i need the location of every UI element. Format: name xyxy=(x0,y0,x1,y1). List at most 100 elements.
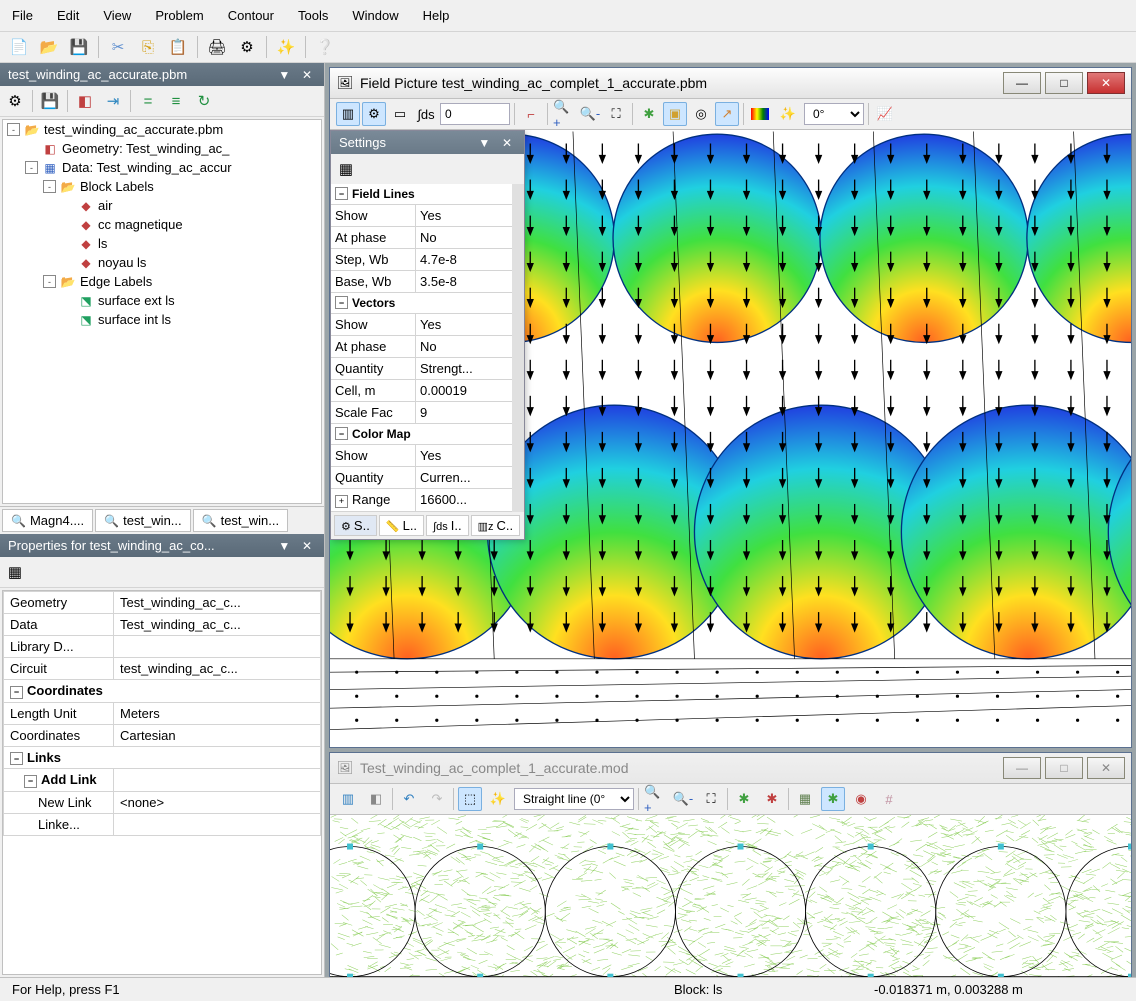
menu-edit[interactable]: Edit xyxy=(45,4,91,27)
zoom-fit-icon[interactable]: ⛶ xyxy=(699,787,723,811)
panel-close-icon[interactable]: ✕ xyxy=(298,68,316,82)
tree-item[interactable]: -📂test_winding_ac_accurate.pbm xyxy=(3,120,321,139)
cube-icon[interactable]: ▣ xyxy=(663,102,687,126)
mesh-green-icon[interactable]: ✱ xyxy=(732,787,756,811)
close-button[interactable]: ✕ xyxy=(1087,757,1125,779)
tree-item[interactable]: -📂Edge Labels xyxy=(3,272,321,291)
zoom-in-icon[interactable]: 🔍+ xyxy=(643,787,667,811)
settings-tab-c[interactable]: ▥z C.. xyxy=(471,515,521,536)
tree-toggle-icon[interactable]: - xyxy=(43,180,56,193)
grid-square-icon[interactable]: ▦ xyxy=(793,787,817,811)
help-icon[interactable]: ❔ xyxy=(314,36,336,58)
zoom-fit-icon[interactable]: ⛶ xyxy=(604,102,628,126)
setting-value[interactable]: Yes xyxy=(416,205,512,226)
panel-close-icon[interactable]: ✕ xyxy=(498,136,516,150)
tree-item[interactable]: ⬔surface int ls xyxy=(3,310,321,329)
minimize-button[interactable]: — xyxy=(1003,757,1041,779)
setting-value[interactable]: No xyxy=(416,227,512,248)
menu-tools[interactable]: Tools xyxy=(286,4,340,27)
vectors-icon[interactable]: ↗ xyxy=(715,102,739,126)
field-titlebar[interactable]: 🖼 Field Picture test_winding_ac_complet_… xyxy=(330,68,1131,99)
mesh-canvas[interactable] xyxy=(330,815,1131,977)
tree-item[interactable]: ⬔surface ext ls xyxy=(3,291,321,310)
shapes-icon[interactable]: ◧ xyxy=(74,90,96,112)
project-tree[interactable]: -📂test_winding_ac_accurate.pbm◧Geometry:… xyxy=(2,119,322,504)
setting-value[interactable]: Curren... xyxy=(416,467,512,488)
layers-icon[interactable]: ▥ xyxy=(336,787,360,811)
setting-value[interactable]: 0.00019 xyxy=(416,380,512,401)
calc-icon[interactable]: ▭ xyxy=(388,102,412,126)
menu-problem[interactable]: Problem xyxy=(143,4,215,27)
expand-icon[interactable]: − xyxy=(10,686,23,699)
open-icon[interactable]: 📂 xyxy=(38,36,60,58)
mesh-icon[interactable]: ✱ xyxy=(637,102,661,126)
animate-icon[interactable]: ✨ xyxy=(776,102,800,126)
save-icon[interactable]: 💾 xyxy=(39,90,61,112)
settings-section[interactable]: −Color Map xyxy=(331,424,512,445)
panel-close-icon[interactable]: ✕ xyxy=(298,539,316,553)
settings-tab-l[interactable]: 📏 L.. xyxy=(379,515,424,536)
filter-icon[interactable]: ⚙ xyxy=(4,90,26,112)
setting-value[interactable]: 9 xyxy=(416,402,512,423)
properties-table[interactable]: GeometryTest_winding_ac_c...DataTest_win… xyxy=(2,590,322,975)
cube3d-icon[interactable]: ◧ xyxy=(364,787,388,811)
copy-icon[interactable]: ⎘ xyxy=(137,36,159,58)
contour-icon[interactable]: ⌐ xyxy=(519,102,543,126)
integral-icon[interactable]: ∫ds xyxy=(414,102,438,126)
tree-item[interactable]: -▦Data: Test_winding_ac_accur xyxy=(3,158,321,177)
mesh-del-icon[interactable]: ✱ xyxy=(760,787,784,811)
tree-item[interactable]: ◧Geometry: Test_winding_ac_ xyxy=(3,139,321,158)
setting-value[interactable]: No xyxy=(416,336,512,357)
settings-section[interactable]: −Vectors xyxy=(331,293,512,314)
settings-panel[interactable]: Settings ▼ ✕ ▦ −Field LinesShowYesAt pha… xyxy=(330,130,525,540)
menu-help[interactable]: Help xyxy=(411,4,462,27)
close-button[interactable]: ✕ xyxy=(1087,72,1125,94)
undo-icon[interactable]: ↶ xyxy=(397,787,421,811)
tree-toggle-icon[interactable]: - xyxy=(25,161,38,174)
setting-value[interactable]: Strengt... xyxy=(416,358,512,379)
tree-item[interactable]: ◆cc magnetique xyxy=(3,215,321,234)
prop-value[interactable]: Test_winding_ac_c... xyxy=(114,592,321,614)
settings-tab-i[interactable]: ∫ds I.. xyxy=(426,515,469,536)
refresh-icon[interactable]: ↻ xyxy=(193,90,215,112)
wand-icon[interactable]: ✨ xyxy=(486,787,510,811)
tree-toggle-icon[interactable]: - xyxy=(43,275,56,288)
settings-title[interactable]: Settings ▼ ✕ xyxy=(331,131,524,154)
zoom-out-icon[interactable]: 🔍- xyxy=(578,102,602,126)
panel-dropdown-icon[interactable]: ▼ xyxy=(474,136,494,150)
prop-value[interactable]: Cartesian xyxy=(114,724,321,746)
setting-value[interactable]: Yes xyxy=(416,314,512,335)
setting-value[interactable]: Yes xyxy=(416,445,512,466)
category-icon[interactable]: ▦ xyxy=(335,158,357,180)
settings-body[interactable]: −Field LinesShowYesAt phaseNoStep, Wb4.7… xyxy=(331,184,524,512)
line-type-select[interactable]: Straight line (0° xyxy=(514,788,634,810)
prop-value[interactable]: test_winding_ac_c... xyxy=(114,658,321,680)
maximize-button[interactable]: □ xyxy=(1045,72,1083,94)
expand-icon[interactable]: − xyxy=(10,752,23,765)
category-icon[interactable]: ▦ xyxy=(4,561,26,583)
prop-section[interactable]: −Links xyxy=(4,746,321,769)
prop-section[interactable]: −Coordinates xyxy=(4,680,321,703)
scrollbar-thumb[interactable] xyxy=(514,204,524,324)
tree-item[interactable]: ◆noyau ls xyxy=(3,253,321,272)
settings-icon[interactable]: ⚙ xyxy=(236,36,258,58)
prop-value[interactable]: Test_winding_ac_c... xyxy=(114,614,321,636)
zoom-out-icon[interactable]: 🔍- xyxy=(671,787,695,811)
prop-value[interactable] xyxy=(114,813,321,835)
menu-contour[interactable]: Contour xyxy=(216,4,286,27)
insert-icon[interactable]: ⇥ xyxy=(102,90,124,112)
equals-arrow-icon[interactable]: ≡ xyxy=(165,90,187,112)
tree-item[interactable]: ◆air xyxy=(3,196,321,215)
panel-dropdown-icon[interactable]: ▼ xyxy=(274,68,294,82)
equals-icon[interactable]: = xyxy=(137,90,159,112)
select-icon[interactable]: ⬚ xyxy=(458,787,482,811)
menu-file[interactable]: File xyxy=(0,4,45,27)
node-icon[interactable]: ◉ xyxy=(849,787,873,811)
prop-value[interactable] xyxy=(114,769,321,792)
mesh-titlebar[interactable]: 🖼 Test_winding_ac_complet_1_accurate.mod… xyxy=(330,753,1131,784)
grid-icon[interactable]: # xyxy=(877,787,901,811)
minimize-button[interactable]: — xyxy=(1003,72,1041,94)
wand-icon[interactable]: ✨ xyxy=(275,36,297,58)
redo-icon[interactable]: ↷ xyxy=(425,787,449,811)
panel-toggle-icon[interactable]: ▥ xyxy=(336,102,360,126)
